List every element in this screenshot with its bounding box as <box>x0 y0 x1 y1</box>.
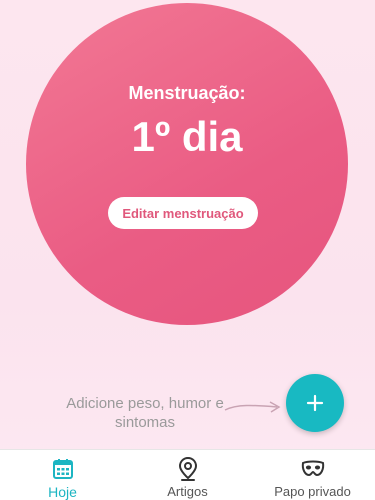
nav-label-papo-privado: Papo privado <box>274 484 351 499</box>
edit-menstruation-button[interactable]: Editar menstruação <box>108 197 258 229</box>
nav-label-hoje: Hoje <box>48 484 77 500</box>
location-pin-icon <box>177 456 199 482</box>
nav-label-artigos: Artigos <box>167 484 208 499</box>
hint-arrow-icon <box>224 401 281 413</box>
mask-icon <box>300 456 326 482</box>
add-entry-button[interactable] <box>286 374 344 432</box>
cycle-day-value: 1º dia <box>131 113 243 160</box>
cycle-day-circle: Menstruação: 1º dia <box>26 3 348 325</box>
plus-icon <box>306 394 324 412</box>
calendar-icon <box>51 456 75 482</box>
add-data-hint: Adicione peso, humor e sintomas <box>66 395 224 431</box>
bottom-navigation: Hoje Artigos Papo privado <box>0 449 375 500</box>
nav-item-papo-privado[interactable]: Papo privado <box>250 450 375 500</box>
nav-item-hoje[interactable]: Hoje <box>0 450 125 500</box>
nav-item-artigos[interactable]: Artigos <box>125 450 250 500</box>
cycle-phase-title: Menstruação: <box>128 83 246 103</box>
